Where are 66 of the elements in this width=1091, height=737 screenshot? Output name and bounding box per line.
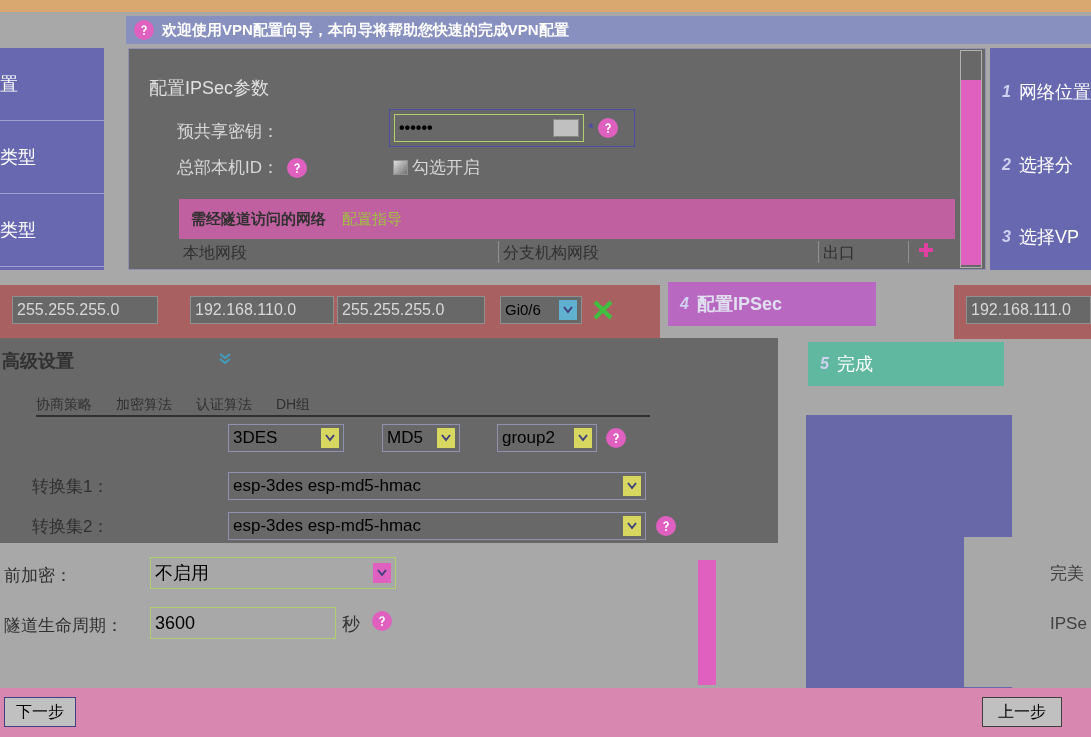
- dropdown-caret-icon[interactable]: [623, 516, 641, 536]
- keyboard-icon[interactable]: [553, 119, 579, 137]
- field-label: 完美: [1050, 563, 1084, 585]
- sidebar-item[interactable]: 类型: [0, 216, 36, 244]
- sidebar-item[interactable]: 置: [0, 70, 18, 98]
- step-number: 3: [1002, 227, 1011, 247]
- wizard-step[interactable]: 4 配置IPSec: [668, 282, 876, 326]
- required-mark: *: [588, 117, 594, 138]
- dropdown-caret-icon[interactable]: [574, 428, 592, 448]
- text-field[interactable]: 255.255.255.0: [337, 296, 485, 324]
- section-heading: 配置IPSec参数: [149, 77, 270, 100]
- text-field[interactable]: 255.255.255.0: [12, 296, 158, 324]
- column-header: DH组: [276, 395, 311, 414]
- step-label: 网络位置: [1018, 80, 1091, 104]
- field-label: 前加密：: [4, 565, 72, 587]
- text-field[interactable]: 3600: [150, 607, 336, 639]
- help-icon[interactable]: [134, 20, 154, 40]
- help-icon[interactable]: [372, 611, 392, 631]
- dropdown-caret-icon[interactable]: [321, 428, 339, 448]
- checkbox[interactable]: [393, 160, 408, 176]
- step-number: 4: [680, 294, 689, 314]
- column-header: 分支机构网段: [499, 241, 819, 263]
- network-title: 需经隧道访问的网络: [191, 208, 326, 229]
- step-label: 选择VP: [1018, 225, 1079, 249]
- help-icon[interactable]: [287, 157, 307, 178]
- step-label: 完成: [836, 352, 873, 376]
- step-number: 1: [1002, 82, 1011, 102]
- unit-label: 秒: [342, 613, 360, 636]
- dropdown[interactable]: esp-3des esp-md5-hmac: [228, 472, 646, 500]
- field-label: 总部本机ID：: [177, 157, 279, 179]
- help-icon[interactable]: [597, 118, 618, 138]
- field-label: 隧道生命周期：: [4, 615, 123, 637]
- step-number: 2: [1002, 155, 1011, 175]
- expand-icon[interactable]: [218, 352, 232, 366]
- previous-button[interactable]: 上一步: [982, 697, 1062, 727]
- dropdown-caret-icon[interactable]: [437, 428, 455, 448]
- scrollbar-thumb[interactable]: [698, 560, 716, 685]
- window-title: 欢迎使用VPN配置向导，本向导将帮助您快速的完成VPN配置: [162, 19, 569, 40]
- text-field[interactable]: 192.168.110.0: [190, 296, 334, 324]
- dropdown[interactable]: group2: [497, 424, 597, 452]
- delete-icon[interactable]: [592, 299, 614, 321]
- password-field[interactable]: ••••••: [394, 114, 584, 142]
- wizard-step[interactable]: 5 完成: [808, 342, 1004, 386]
- section-heading: 高级设置: [2, 350, 74, 373]
- dropdown-caret-icon[interactable]: [373, 563, 391, 583]
- dropdown[interactable]: MD5: [382, 424, 460, 452]
- field-label: 转换集2：: [32, 516, 110, 538]
- scrollbar[interactable]: [960, 50, 982, 268]
- text-field[interactable]: 192.168.111.0: [966, 296, 1091, 324]
- port-select[interactable]: Gi0/6: [500, 296, 582, 324]
- field-label: 预共享密钥：: [177, 121, 279, 143]
- help-icon[interactable]: [606, 428, 626, 448]
- scrollbar-thumb[interactable]: [961, 80, 981, 265]
- dropdown[interactable]: esp-3des esp-md5-hmac: [228, 512, 646, 540]
- step-label: 选择分: [1018, 153, 1073, 177]
- dropdown[interactable]: 3DES: [228, 424, 344, 452]
- field-label: 转换集1：: [32, 476, 110, 498]
- checkbox-label: 勾选开启: [412, 157, 480, 179]
- next-button[interactable]: 下一步: [4, 697, 76, 727]
- dropdown-caret-icon[interactable]: [559, 300, 577, 320]
- step-label: 配置IPSec: [696, 292, 782, 316]
- step-number: 5: [820, 354, 829, 374]
- dropdown-caret-icon[interactable]: [623, 476, 641, 496]
- sidebar-item[interactable]: 类型: [0, 143, 36, 171]
- dropdown[interactable]: 不启用: [150, 557, 396, 589]
- field-label: IPSe: [1050, 613, 1087, 635]
